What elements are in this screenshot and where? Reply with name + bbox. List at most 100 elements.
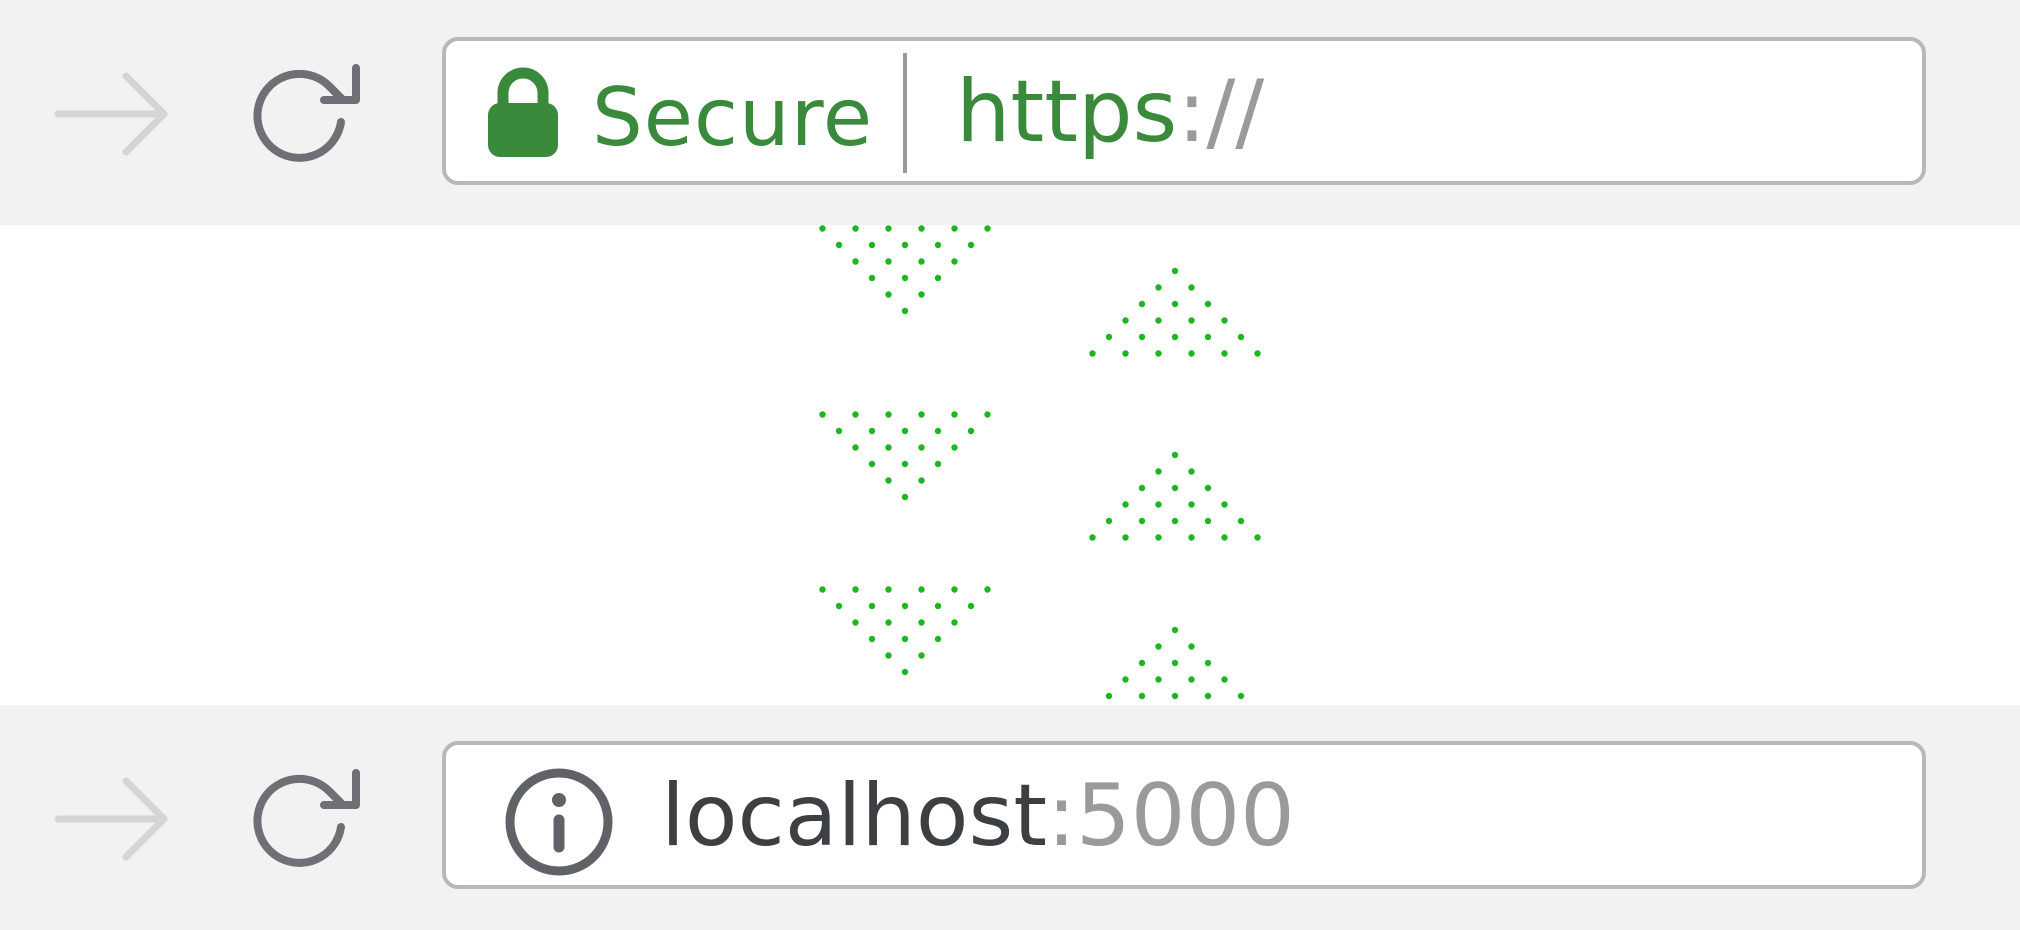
pattern-dot xyxy=(1089,534,1096,541)
security-label: Secure xyxy=(592,71,874,164)
pattern-dot xyxy=(819,411,826,418)
pattern-dot xyxy=(951,619,958,626)
address-bar[interactable]: Secure https:// xyxy=(442,37,1926,185)
pattern-dot xyxy=(852,411,859,418)
pattern-dot xyxy=(852,586,859,593)
pattern-dot xyxy=(885,477,892,484)
pattern-dot xyxy=(934,635,942,643)
arrow-right-icon xyxy=(54,777,168,861)
pattern-dot xyxy=(918,225,925,232)
chevron-up-icon xyxy=(1089,451,1261,541)
url-host: localhost xyxy=(661,766,1048,866)
pattern-dot xyxy=(1204,692,1212,700)
pattern-dot xyxy=(1138,300,1146,308)
pattern-dot xyxy=(918,652,925,659)
pattern-dot xyxy=(1171,267,1179,275)
pattern-dot xyxy=(868,635,876,643)
forward-button[interactable] xyxy=(52,68,172,158)
chevron-pattern xyxy=(819,225,1261,700)
pattern-dot xyxy=(852,258,859,265)
pattern-dot xyxy=(1122,676,1129,683)
pattern-dot xyxy=(1138,517,1146,525)
pattern-dot xyxy=(1155,534,1162,541)
url-port: 5000 xyxy=(1076,766,1295,866)
pattern-dot xyxy=(1155,350,1162,357)
arrow-right-icon xyxy=(54,72,168,156)
pattern-dot xyxy=(934,460,942,468)
pattern-dot xyxy=(835,602,843,610)
pattern-dot xyxy=(1188,534,1195,541)
pattern-dot xyxy=(901,493,909,501)
pattern-dot xyxy=(868,427,876,435)
forward-button[interactable] xyxy=(52,773,172,863)
pattern-dot xyxy=(918,444,925,451)
info-icon[interactable] xyxy=(504,767,614,877)
pattern-dot xyxy=(951,258,958,265)
pattern-dot xyxy=(885,444,892,451)
pattern-dot xyxy=(885,586,892,593)
pattern-dot xyxy=(934,274,942,282)
pattern-dot xyxy=(1155,676,1162,683)
pattern-dot xyxy=(1138,659,1146,667)
pattern-dot xyxy=(1221,501,1228,508)
reload-button[interactable] xyxy=(245,58,365,168)
pattern-dot xyxy=(1171,451,1179,459)
pattern-dot xyxy=(1237,692,1245,700)
chevron-up-icon xyxy=(1089,267,1261,357)
pattern-dot xyxy=(951,411,958,418)
page-content xyxy=(0,225,2020,705)
pattern-dot xyxy=(1105,692,1113,700)
pattern-dot xyxy=(1155,284,1162,291)
pattern-dot xyxy=(1188,676,1195,683)
chevron-up-icon xyxy=(1105,626,1245,700)
pattern-dot xyxy=(885,291,892,298)
pattern-dot xyxy=(901,602,909,610)
reload-button[interactable] xyxy=(245,763,365,873)
pattern-dot xyxy=(1204,659,1212,667)
bottom-toolbar: localhost:5000 xyxy=(0,705,2020,930)
pattern-dot xyxy=(1188,643,1195,650)
url-field[interactable]: https:// xyxy=(956,57,1264,167)
pattern-dot xyxy=(1188,284,1195,291)
pattern-dot xyxy=(1171,659,1179,667)
pattern-dot xyxy=(984,411,991,418)
pattern-dot xyxy=(918,411,925,418)
pattern-dot xyxy=(918,586,925,593)
pattern-dot xyxy=(918,619,925,626)
port-separator: : xyxy=(1047,766,1077,866)
url-field[interactable]: localhost:5000 xyxy=(661,761,1295,871)
address-bar[interactable]: localhost:5000 xyxy=(442,741,1926,889)
pattern-dot xyxy=(1221,676,1228,683)
pattern-dot xyxy=(901,460,909,468)
pattern-dot xyxy=(1155,501,1162,508)
pattern-dot xyxy=(1221,534,1228,541)
pattern-dot xyxy=(1122,317,1129,324)
pattern-dot xyxy=(1122,501,1129,508)
pattern-dot xyxy=(901,274,909,282)
pattern-dot xyxy=(1171,626,1179,634)
pattern-dot xyxy=(967,427,975,435)
pattern-dot xyxy=(852,619,859,626)
pattern-dot xyxy=(1171,333,1179,341)
pattern-dot xyxy=(852,225,859,232)
pattern-dot xyxy=(885,258,892,265)
reload-icon xyxy=(253,769,360,867)
pattern-dot xyxy=(1204,333,1212,341)
top-toolbar: Secure https:// xyxy=(0,0,2020,225)
pattern-dot xyxy=(1138,692,1146,700)
pattern-dot xyxy=(1171,692,1179,700)
pattern-dot xyxy=(1171,517,1179,525)
pattern-dot xyxy=(901,635,909,643)
pattern-dot xyxy=(1122,350,1129,357)
pattern-dot xyxy=(835,427,843,435)
pattern-dot xyxy=(1188,501,1195,508)
pattern-dot xyxy=(918,291,925,298)
pattern-dot xyxy=(901,241,909,249)
pattern-dot xyxy=(1221,317,1228,324)
pattern-dot xyxy=(1204,517,1212,525)
pattern-dot xyxy=(901,427,909,435)
pattern-dot xyxy=(918,258,925,265)
lock-icon xyxy=(488,67,558,157)
chevron-down-icon xyxy=(819,411,991,501)
pattern-dot xyxy=(1105,517,1113,525)
